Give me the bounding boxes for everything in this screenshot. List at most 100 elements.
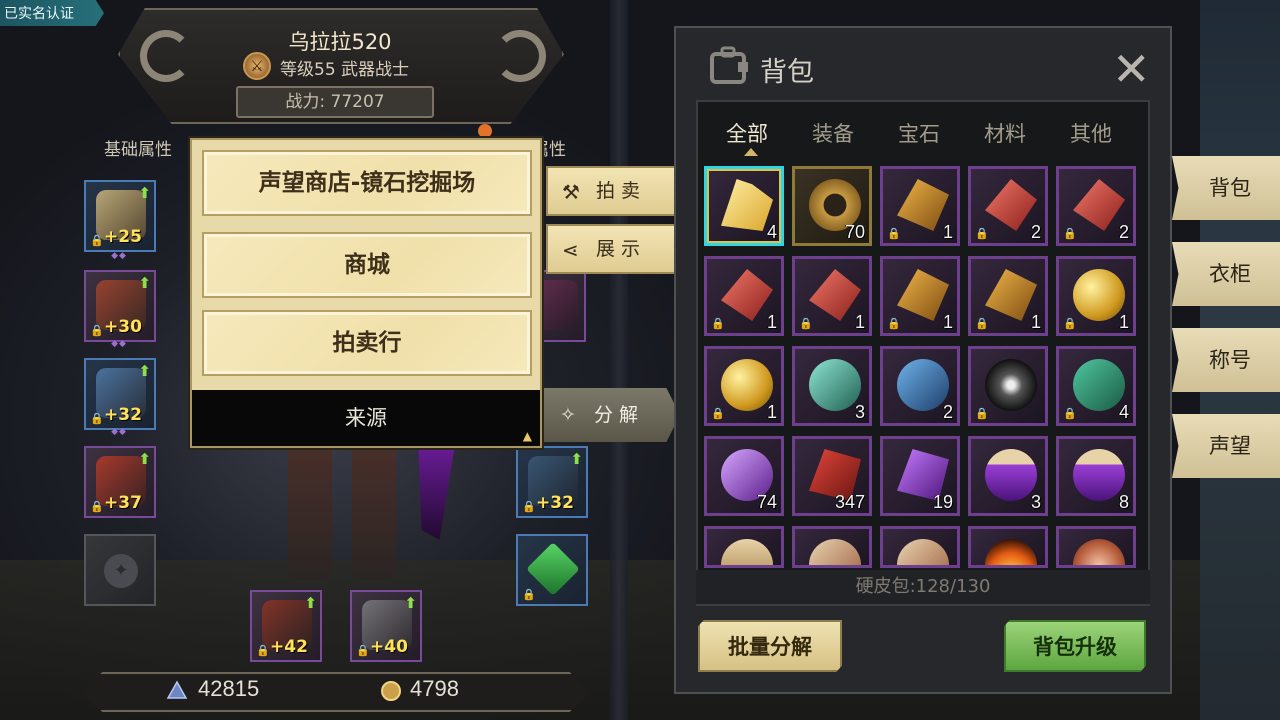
- decompose-button[interactable]: ✧ 分解: [544, 388, 680, 442]
- inventory-item[interactable]: 🔒 1: [1056, 256, 1136, 336]
- sidenav-reputation[interactable]: 声望: [1172, 414, 1280, 478]
- enhance-level: +32: [536, 493, 574, 513]
- shards-icon: ✧: [560, 404, 576, 426]
- bag-title: 背包: [760, 57, 814, 88]
- inventory-item[interactable]: 🔒 1: [880, 256, 960, 336]
- inventory-item[interactable]: 🔒 2: [1056, 166, 1136, 246]
- inventory-item[interactable]: 🔒 1: [704, 256, 784, 336]
- lock-icon: 🔒: [90, 500, 104, 513]
- equip-slot-chest[interactable]: ⬆ 🔒 +32: [84, 358, 156, 430]
- equip-slot-helmet[interactable]: ⬆ 🔒 +25: [84, 180, 156, 252]
- source-popup: 声望商店-镜石挖掘场 商城 拍卖行 来源 ▲: [190, 138, 542, 448]
- inventory-item[interactable]: [792, 526, 872, 568]
- tab-equipment[interactable]: 装备: [812, 118, 854, 148]
- tab-gems[interactable]: 宝石: [898, 118, 940, 148]
- inventory-item[interactable]: [880, 526, 960, 568]
- inventory-item[interactable]: 8: [1056, 436, 1136, 516]
- decompose-label: 分解: [594, 404, 645, 426]
- currency-bar: [82, 672, 590, 712]
- equip-slot-amulet[interactable]: 🔒: [516, 534, 588, 606]
- inventory-item[interactable]: [704, 526, 784, 568]
- lock-icon: 🔒: [887, 317, 901, 330]
- inventory-item[interactable]: 347: [792, 436, 872, 516]
- close-icon[interactable]: ✕: [1112, 46, 1151, 92]
- equip-slot-pants[interactable]: ⬆ 🔒 +40: [350, 590, 422, 662]
- tab-other[interactable]: 其他: [1070, 118, 1112, 148]
- inventory-item[interactable]: 74: [704, 436, 784, 516]
- inventory-item[interactable]: 19: [880, 436, 960, 516]
- inventory-item[interactable]: 🔒 1: [880, 166, 960, 246]
- auction-label: 拍卖: [596, 180, 647, 202]
- equip-slot-empty[interactable]: ✦: [84, 534, 156, 606]
- sidenav-title[interactable]: 称号: [1172, 328, 1280, 392]
- item-quantity: 2: [942, 402, 953, 422]
- inventory-item[interactable]: 70: [792, 166, 872, 246]
- gold-orb-icon: [1073, 269, 1125, 321]
- teal-crystal-icon: [809, 359, 861, 411]
- tab-materials[interactable]: 材料: [984, 118, 1026, 148]
- inventory-item[interactable]: 🔒 1: [792, 256, 872, 336]
- inventory-item[interactable]: [968, 526, 1048, 568]
- upgrade-arrow-icon: ⬆: [404, 594, 417, 612]
- upgrade-arrow-icon: ⬆: [138, 184, 151, 202]
- bag-upgrade-button[interactable]: 背包升级: [1004, 620, 1146, 672]
- equip-slot-gloves[interactable]: ⬆ 🔒 +37: [84, 446, 156, 518]
- lock-icon: 🔒: [711, 317, 725, 330]
- enhance-level: +25: [104, 227, 142, 247]
- empty-slot-icon: ✦: [104, 554, 138, 588]
- lock-icon: 🔒: [356, 644, 370, 657]
- batch-decompose-button[interactable]: 批量分解: [698, 620, 842, 672]
- source-option-mall[interactable]: 商城: [202, 232, 532, 298]
- item-quantity: 1: [854, 312, 865, 332]
- quality-dots: ◆◆: [111, 427, 127, 437]
- lock-icon: 🔒: [975, 407, 989, 420]
- sidenav-wardrobe[interactable]: 衣柜: [1172, 242, 1280, 306]
- lock-icon: 🔒: [711, 407, 725, 420]
- backpack-icon: [710, 46, 748, 84]
- lock-icon: 🔒: [256, 644, 270, 657]
- upgrade-arrow-icon: ⬆: [304, 594, 317, 612]
- tab-all[interactable]: 全部: [726, 118, 768, 148]
- purple-potion-icon: [985, 449, 1037, 501]
- item-quantity: 347: [834, 492, 865, 512]
- amber-gem-icon: [897, 179, 949, 231]
- share-icon: ⋖: [562, 238, 579, 262]
- gold-coin-icon: [381, 681, 401, 701]
- source-footer[interactable]: 来源 ▲: [192, 390, 540, 446]
- crystal-amount: 42815: [198, 676, 260, 701]
- inventory-item[interactable]: 3: [792, 346, 872, 426]
- inventory-item[interactable]: 3: [968, 436, 1048, 516]
- source-option-auction-house[interactable]: 拍卖行: [202, 310, 532, 376]
- sidenav-bag[interactable]: 背包: [1172, 156, 1280, 220]
- item-quantity: 2: [1030, 222, 1041, 242]
- potion-bottle-icon: [721, 539, 773, 565]
- item-quantity: 1: [1118, 312, 1129, 332]
- red-gem-icon: [985, 179, 1037, 231]
- inventory-item[interactable]: [1056, 526, 1136, 568]
- equip-slot-shoulder[interactable]: ⬆ 🔒 +30: [84, 270, 156, 342]
- inventory-item[interactable]: 2: [880, 346, 960, 426]
- tab-basic-attributes[interactable]: 基础属性: [104, 136, 172, 164]
- blue-beast-icon: [897, 359, 949, 411]
- show-button[interactable]: ⋖ 展示: [546, 224, 686, 274]
- equip-slot-belt[interactable]: ⬆ 🔒 +42: [250, 590, 322, 662]
- realname-badge: 已实名认证: [0, 0, 104, 26]
- source-option-reputation-shop[interactable]: 声望商店-镜石挖掘场: [202, 150, 532, 216]
- upgrade-arrow-icon: ⬆: [138, 274, 151, 292]
- enhance-level: +40: [370, 637, 408, 657]
- inventory-item[interactable]: 🔒 2: [968, 166, 1048, 246]
- inventory-item[interactable]: 🔒: [968, 346, 1048, 426]
- item-quantity: 1: [766, 402, 777, 422]
- scroll-icon: [809, 539, 861, 565]
- inventory-item[interactable]: 🔒 4: [1056, 346, 1136, 426]
- upgrade-arrow-icon: ⬆: [138, 450, 151, 468]
- inventory-item[interactable]: 4: [704, 166, 784, 246]
- upgrade-arrow-icon: ⬆: [138, 362, 151, 380]
- red-gem-icon: [809, 269, 861, 321]
- inventory-item[interactable]: 🔒 1: [704, 346, 784, 426]
- inventory-item[interactable]: 🔒 1: [968, 256, 1048, 336]
- item-quantity: 1: [766, 312, 777, 332]
- auction-button[interactable]: ⚒ 拍卖: [546, 166, 686, 216]
- lock-icon: 🔒: [975, 317, 989, 330]
- lock-icon: 🔒: [90, 324, 104, 337]
